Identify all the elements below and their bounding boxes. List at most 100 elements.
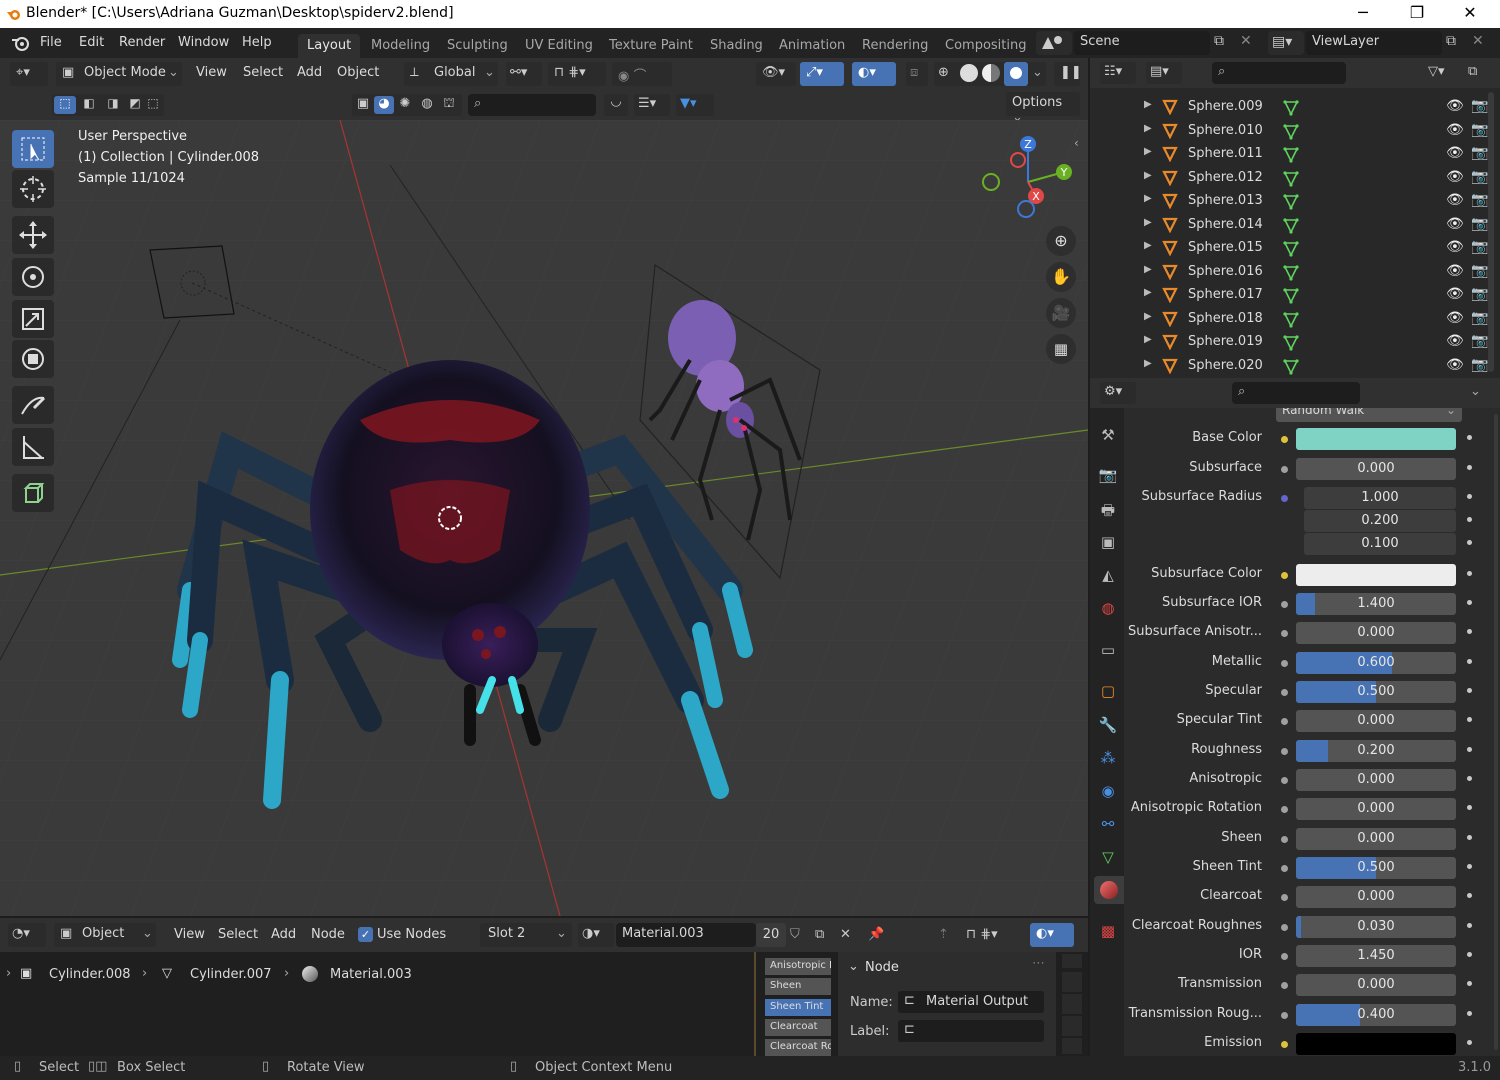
vp-menu-add[interactable]: Add: [297, 65, 322, 80]
sidebar-toggle-icon[interactable]: ‹: [1074, 136, 1086, 154]
expand-arrow-icon[interactable]: ▶: [1144, 193, 1152, 204]
value-slider[interactable]: 0.500: [1296, 681, 1456, 703]
material-browse-icon[interactable]: ◑▾: [578, 923, 614, 947]
socket-dot-icon[interactable]: [1281, 572, 1288, 579]
chevron-down-icon[interactable]: ⌄: [1032, 65, 1043, 80]
menu-help[interactable]: Help: [242, 35, 272, 50]
menu-window[interactable]: Window: [178, 35, 229, 50]
eye-icon[interactable]: 👁: [1446, 286, 1464, 302]
color-swatch[interactable]: [1296, 428, 1456, 450]
socket-anisotropic-rotation[interactable]: Anisotropic R: [765, 958, 831, 975]
tab-layout[interactable]: Layout: [298, 34, 361, 58]
delete-view-layer-icon[interactable]: ✕: [1472, 33, 1488, 53]
sidebar-tab[interactable]: [1062, 1038, 1082, 1054]
material-preview-icon[interactable]: [982, 64, 1000, 82]
duplicate-material-icon[interactable]: ⧉: [815, 927, 824, 942]
node-menu-add[interactable]: Add: [271, 927, 296, 942]
eye-icon[interactable]: 👁: [1446, 145, 1464, 161]
socket-clearcoat-roughness[interactable]: Clearcoat Ro: [765, 1039, 831, 1056]
move-tool[interactable]: [12, 216, 54, 254]
select-intersect-icon[interactable]: ⬚: [144, 96, 162, 114]
outliner-item[interactable]: ▶ Sphere.017 👁 📷: [1090, 284, 1500, 307]
new-view-layer-icon[interactable]: ⧉: [1446, 33, 1466, 53]
perspective-toggle-icon[interactable]: ▦: [1046, 334, 1076, 364]
properties-scrollbar[interactable]: [1494, 414, 1498, 1050]
node-menu-node[interactable]: Node: [311, 927, 345, 942]
camera-view-icon[interactable]: 🎥: [1046, 298, 1076, 328]
solid-shading-icon[interactable]: [960, 64, 978, 82]
navigation-gizmo[interactable]: Z Y X: [978, 132, 1078, 232]
collapse-icon[interactable]: ◡: [604, 94, 628, 116]
vp-menu-view[interactable]: View: [196, 65, 227, 80]
keyframe-dot-icon[interactable]: [1467, 688, 1472, 693]
material-users-count[interactable]: 20: [756, 923, 786, 947]
expand-arrow-icon[interactable]: ▶: [1144, 146, 1152, 157]
scene-name-field[interactable]: Scene: [1074, 31, 1210, 55]
eye-icon[interactable]: 👁: [1446, 98, 1464, 114]
measure-tool[interactable]: [12, 428, 54, 466]
pause-render-icon[interactable]: ❚❚: [1054, 62, 1082, 86]
editor-type-icon[interactable]: ⌖▾: [10, 62, 48, 86]
camera-render-icon[interactable]: 📷: [1471, 333, 1488, 349]
value-slider[interactable]: 0.000: [1296, 886, 1456, 908]
view-layer-name-field[interactable]: ViewLayer: [1306, 31, 1442, 55]
subsurface-method-dropdown[interactable]: Random Walk ⌄: [1276, 408, 1462, 422]
camera-render-icon[interactable]: 📷: [1471, 169, 1488, 185]
tab-compositing[interactable]: Compositing: [936, 34, 1036, 58]
expand-arrow-icon[interactable]: ▶: [1144, 170, 1152, 181]
camera-render-icon[interactable]: 📷: [1471, 357, 1488, 373]
fake-user-shield-icon[interactable]: ⛉: [790, 927, 800, 942]
keyframe-dot-icon[interactable]: [1467, 494, 1472, 499]
new-scene-icon[interactable]: ⧉: [1214, 33, 1234, 53]
cursor-tool[interactable]: [12, 170, 54, 208]
pivot-point-icon[interactable]: ⚯▾: [506, 62, 542, 86]
wireframe-shading-icon[interactable]: ⊕: [938, 65, 949, 80]
eye-icon[interactable]: 👁: [1446, 122, 1464, 138]
value-slider[interactable]: 0.000: [1296, 828, 1456, 850]
expand-arrow-icon[interactable]: ▶: [1144, 264, 1152, 275]
options-dropdown[interactable]: Options ⌄: [1006, 92, 1080, 125]
use-nodes-checkbox[interactable]: ✓: [358, 927, 373, 942]
pan-hand-icon[interactable]: ✋: [1046, 262, 1076, 292]
expand-arrow-icon[interactable]: ▶: [1144, 99, 1152, 110]
menu-render[interactable]: Render: [119, 35, 165, 50]
socket-dot-icon[interactable]: [1281, 924, 1288, 931]
tab-sculpting[interactable]: Sculpting: [438, 34, 517, 58]
mesh-data-icon[interactable]: [1282, 240, 1300, 258]
new-collection-icon[interactable]: ⧉: [1468, 64, 1477, 79]
socket-dot-icon[interactable]: [1281, 436, 1288, 443]
value-slider[interactable]: 0.000: [1296, 710, 1456, 732]
value-slider[interactable]: 0.200: [1296, 740, 1456, 762]
node-menu-select[interactable]: Select: [218, 927, 258, 942]
3d-viewport[interactable]: User Perspective (1) Collection | Cylind…: [0, 120, 1088, 916]
camera-render-icon[interactable]: 📷: [1471, 98, 1488, 114]
socket-dot-icon[interactable]: [1281, 894, 1288, 901]
camera-render-icon[interactable]: 📷: [1471, 263, 1488, 279]
outliner-filter-icon[interactable]: ▽▾: [1428, 64, 1445, 79]
expand-arrow-icon[interactable]: ▶: [1144, 123, 1152, 134]
sidebar-tab[interactable]: [1062, 954, 1082, 968]
scale-tool[interactable]: [12, 300, 54, 338]
outliner-item[interactable]: ▶ Sphere.016 👁 📷: [1090, 261, 1500, 284]
value-slider[interactable]: 0.000: [1296, 974, 1456, 996]
vp-menu-select[interactable]: Select: [243, 65, 283, 80]
camera-render-icon[interactable]: 📷: [1471, 310, 1488, 326]
value-slider[interactable]: 1.450: [1296, 945, 1456, 967]
node-menu-view[interactable]: View: [174, 927, 205, 942]
eye-icon[interactable]: 👁: [1446, 239, 1464, 255]
keyframe-dot-icon[interactable]: [1467, 659, 1472, 664]
mesh-data-icon[interactable]: [1282, 264, 1300, 282]
vp-menu-object[interactable]: Object: [337, 65, 379, 80]
socket-dot-icon[interactable]: [1281, 660, 1288, 667]
outliner-item[interactable]: ▶ Sphere.013 👁 📷: [1090, 190, 1500, 213]
camera-render-icon[interactable]: 📷: [1471, 192, 1488, 208]
value-slider[interactable]: 0.400: [1296, 1004, 1456, 1026]
tab-uv-editing[interactable]: UV Editing: [516, 34, 602, 58]
socket-dot-icon[interactable]: [1281, 495, 1288, 502]
camera-render-icon[interactable]: 📷: [1471, 239, 1488, 255]
socket-dot-icon[interactable]: [1281, 630, 1288, 637]
socket-dot-icon[interactable]: [1281, 1012, 1288, 1019]
keyframe-dot-icon[interactable]: [1467, 981, 1472, 986]
socket-dot-icon[interactable]: [1281, 865, 1288, 872]
socket-dot-icon[interactable]: [1281, 806, 1288, 813]
